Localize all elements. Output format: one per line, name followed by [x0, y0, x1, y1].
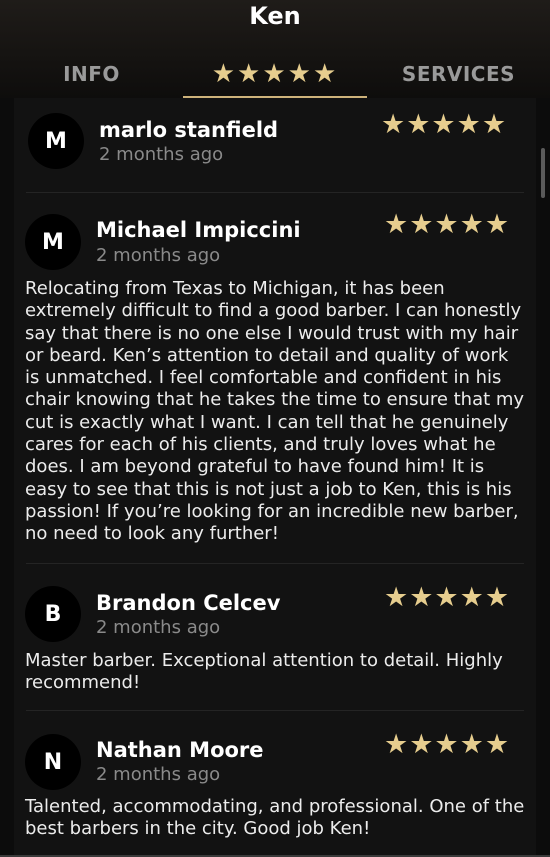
avatar: N [25, 734, 81, 790]
review-card: B Brandon Celcev 2 months ago ★★★★★ Mast… [14, 564, 536, 709]
rating-stars-icon: ★★★★★ [384, 729, 511, 760]
review-card: M marlo stanfield 2 months ago ★★★★★ [14, 98, 536, 193]
avatar: M [25, 214, 81, 270]
page-title: Ken [249, 2, 301, 30]
reviewer-name: Michael Impiccini [96, 218, 301, 242]
review-time: 2 months ago [99, 144, 224, 165]
avatar: B [25, 586, 81, 642]
tab-services[interactable]: SERVICES [367, 50, 550, 98]
profile-header: Ken INFO ★★★★★ SERVICES [0, 0, 550, 98]
reviewer-name: marlo stanfield [99, 118, 279, 142]
scrollbar[interactable] [541, 148, 545, 198]
reviewer-name: Brandon Celcev [96, 591, 281, 615]
rating-stars-icon: ★★★★★ [381, 109, 508, 140]
rating-stars-icon: ★★★★★ [384, 209, 511, 240]
review-card: N Nathan Moore 2 months ago ★★★★★ Talent… [14, 711, 536, 855]
reviewer-name: Nathan Moore [96, 738, 264, 762]
review-text: Master barber. Exceptional attention to … [25, 650, 503, 694]
review-text: Talented, accommodating, and professiona… [25, 796, 525, 840]
tab-reviews[interactable]: ★★★★★ [183, 50, 367, 98]
avatar: M [28, 113, 84, 169]
review-time: 2 months ago [96, 245, 221, 266]
review-time: 2 months ago [96, 764, 221, 785]
review-text: Relocating from Texas to Michigan, it ha… [25, 278, 525, 545]
review-time: 2 months ago [96, 617, 221, 638]
tab-bar: INFO ★★★★★ SERVICES [0, 50, 550, 98]
reviews-list[interactable]: M marlo stanfield 2 months ago ★★★★★ M M… [14, 98, 536, 855]
tab-info[interactable]: INFO [0, 50, 183, 98]
rating-stars-icon: ★★★★★ [384, 582, 511, 613]
review-card: M Michael Impiccini 2 months ago ★★★★★ R… [14, 193, 536, 563]
